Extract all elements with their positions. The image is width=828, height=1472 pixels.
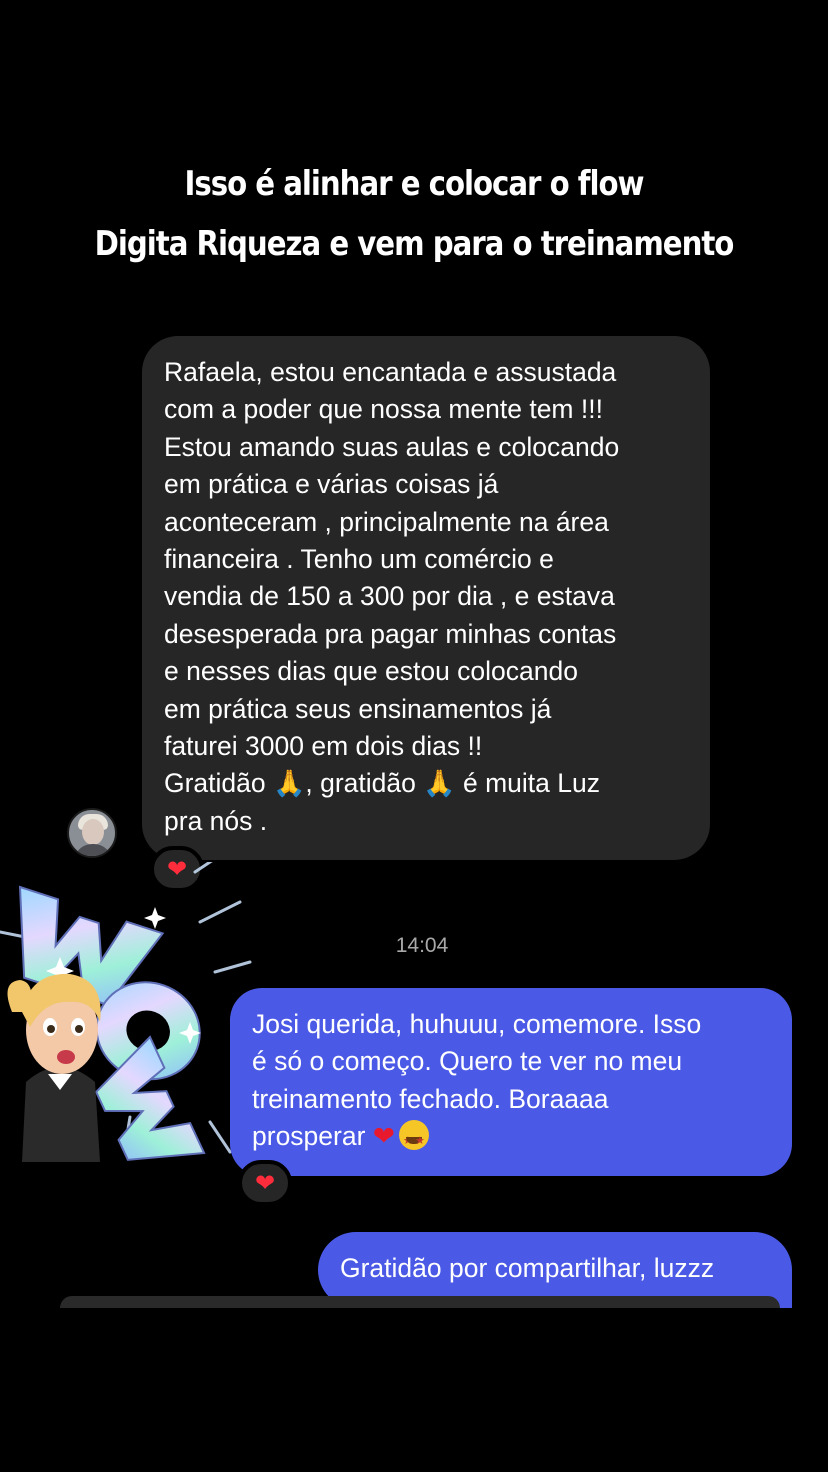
pray-icon: 🙏 — [423, 768, 456, 799]
sender-avatar[interactable] — [67, 808, 117, 858]
wow-memoji-sticker — [0, 862, 252, 1162]
story-caption-line2: Digita Riqueza e vem para o treinamento — [94, 224, 735, 264]
outgoing-message-text: Josi querida, huhuuu, comemore. Isso é s… — [252, 1009, 702, 1152]
star-struck-emoji-icon — [399, 1120, 429, 1161]
incoming-message-text-end: pra nós . — [164, 805, 268, 836]
heart-emoji-icon: ❤ — [372, 1121, 395, 1152]
incoming-message-text: Rafaela, estou encantada e assustada com… — [164, 357, 620, 762]
message-composer-edge — [60, 1296, 780, 1308]
story-caption-line1: Isso é alinhar e colocar o flow — [184, 164, 644, 204]
outgoing-message-bubble[interactable]: Josi querida, huhuuu, comemore. Isso é s… — [230, 988, 792, 1176]
outgoing-message-text-2: Gratidão por compartilhar, luzzz — [340, 1253, 715, 1283]
pray-icon: 🙏 — [273, 768, 306, 799]
incoming-message-bubble[interactable]: Rafaela, estou encantada e assustada com… — [142, 336, 710, 861]
incoming-message-text-tail: Gratidão 🙏, gratidão 🙏 é muita Luz — [164, 768, 600, 799]
heart-reaction-icon[interactable]: ❤ — [238, 1160, 292, 1206]
